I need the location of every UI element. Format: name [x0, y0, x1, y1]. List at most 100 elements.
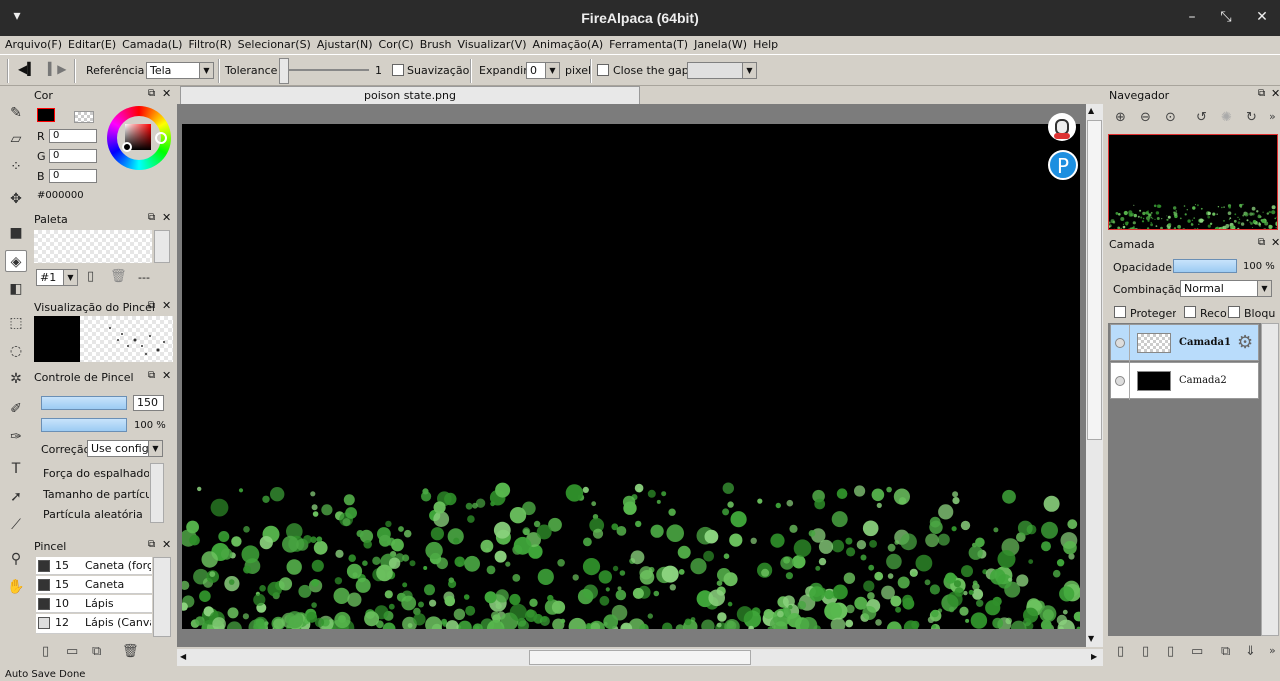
- zoom-out-icon[interactable]: ⊖: [1140, 110, 1151, 125]
- expand-select[interactable]: 0 ▼: [526, 62, 560, 79]
- float-icon[interactable]: ⧉: [148, 539, 155, 550]
- palette-index-select[interactable]: #1 ▼: [36, 269, 78, 286]
- close-icon[interactable]: ✕: [162, 538, 171, 551]
- color-picker-marker[interactable]: [122, 142, 132, 152]
- float-icon[interactable]: ⧉: [148, 88, 155, 99]
- menu-cor[interactable]: Cor(C): [378, 36, 419, 54]
- more-icon[interactable]: »: [1269, 110, 1276, 123]
- divide-tool-icon[interactable]: ⟋: [5, 514, 27, 536]
- float-icon[interactable]: ⧉: [148, 300, 155, 311]
- clipping-checkbox[interactable]: [1184, 306, 1196, 318]
- protect-alpha-checkbox[interactable]: [1114, 306, 1126, 318]
- brush-item[interactable]: 15 Caneta: [36, 576, 152, 594]
- pen-tool-icon[interactable]: ✎: [5, 102, 27, 124]
- close-gap-select[interactable]: ▼: [687, 62, 757, 79]
- scroll-up-icon[interactable]: ▲: [1088, 106, 1094, 115]
- primary-color-swatch[interactable]: [37, 108, 55, 122]
- lock-checkbox[interactable]: [1228, 306, 1240, 318]
- new-1bit-layer-icon[interactable]: ▯: [1167, 644, 1174, 659]
- hue-marker[interactable]: [155, 132, 167, 144]
- new-palette-icon[interactable]: ▯: [87, 269, 94, 284]
- close-icon[interactable]: ✕: [1271, 236, 1280, 249]
- minimize-icon[interactable]: –: [1183, 9, 1201, 25]
- float-icon[interactable]: ⧉: [1258, 237, 1265, 248]
- eraser-tool-icon[interactable]: ▱: [5, 128, 27, 150]
- palette-scrollbar[interactable]: [154, 230, 170, 263]
- g-input[interactable]: 0: [49, 149, 97, 163]
- rotate-right-icon[interactable]: ↻: [1246, 110, 1257, 125]
- move-tool-icon[interactable]: ✥: [5, 188, 27, 210]
- dot-tool-icon[interactable]: ⁘: [5, 156, 27, 178]
- menu-animacao[interactable]: Animação(A): [532, 36, 609, 54]
- brush-item[interactable]: 10 Lápis: [36, 595, 152, 613]
- close-icon[interactable]: ✕: [162, 299, 171, 312]
- layer-list-scrollbar[interactable]: [1261, 323, 1279, 636]
- float-icon[interactable]: ⧉: [148, 212, 155, 223]
- select-tool-icon[interactable]: ⬚: [5, 312, 27, 334]
- menu-janela[interactable]: Janela(W): [693, 36, 752, 54]
- menu-help[interactable]: Help: [752, 36, 783, 54]
- brush-control-scrollbar[interactable]: [150, 463, 164, 523]
- layer-row-camada2[interactable]: Camada2: [1110, 362, 1259, 400]
- zoom-fit-icon[interactable]: ⊙: [1165, 110, 1176, 125]
- eyedropper-icon[interactable]: ⚲: [5, 548, 27, 570]
- horizontal-scroll-thumb[interactable]: [529, 650, 751, 665]
- correction-select[interactable]: Use configu ▼: [87, 440, 163, 457]
- gradient-tool-icon[interactable]: ◧: [5, 278, 27, 300]
- document-tab[interactable]: poison state.png: [180, 86, 640, 104]
- visibility-icon[interactable]: [1115, 338, 1125, 348]
- brush-opacity-slider[interactable]: [41, 418, 127, 432]
- pixiv-icon[interactable]: P: [1048, 150, 1078, 180]
- menu-camada[interactable]: Camada(L): [121, 36, 187, 54]
- select-eraser-icon[interactable]: ✑: [5, 426, 27, 448]
- prev-icon[interactable]: ◀▍: [18, 62, 36, 76]
- brush-item[interactable]: 12 Lápis (Canva: [36, 614, 152, 634]
- maximize-icon[interactable]: ⤡: [1217, 9, 1235, 25]
- new-folder-icon[interactable]: ▭: [1191, 644, 1203, 659]
- close-icon[interactable]: ✕: [1253, 9, 1271, 25]
- navigator-preview[interactable]: [1108, 134, 1278, 230]
- document-canvas[interactable]: [182, 124, 1080, 629]
- layer-opacity-slider[interactable]: [1173, 259, 1237, 273]
- merge-down-icon[interactable]: ⇓: [1245, 644, 1256, 659]
- scroll-right-icon[interactable]: ▶: [1091, 652, 1097, 661]
- trash-icon[interactable]: 🗑: [122, 644, 139, 659]
- menu-ajustar[interactable]: Ajustar(N): [316, 36, 378, 54]
- alpaca-mascot-icon[interactable]: [1048, 113, 1076, 141]
- r-input[interactable]: 0: [49, 129, 97, 143]
- scroll-left-icon[interactable]: ◀: [180, 652, 186, 661]
- visibility-icon[interactable]: [1115, 376, 1125, 386]
- menu-arquivo[interactable]: Arquivo(F): [4, 36, 67, 54]
- secondary-color-swatch[interactable]: [74, 111, 94, 123]
- gear-icon[interactable]: ⚙: [1237, 332, 1253, 353]
- b-input[interactable]: 0: [49, 169, 97, 183]
- fill-rect-tool-icon[interactable]: ■: [5, 222, 27, 244]
- bucket-tool-icon[interactable]: ◈: [5, 250, 27, 272]
- next-icon[interactable]: ▍▶: [48, 62, 66, 76]
- zoom-in-icon[interactable]: ⊕: [1115, 110, 1126, 125]
- tolerance-slider-track[interactable]: [289, 69, 369, 71]
- vertical-scrollbar[interactable]: ▲ ▼: [1086, 104, 1103, 647]
- brush-list-scrollbar[interactable]: [153, 557, 171, 637]
- reset-rotation-icon[interactable]: ✺: [1221, 110, 1232, 125]
- smoothing-checkbox[interactable]: [392, 64, 404, 76]
- brush-size-slider[interactable]: [41, 396, 127, 410]
- color-wheel[interactable]: [107, 106, 171, 170]
- menu-filtro[interactable]: Filtro(R): [187, 36, 236, 54]
- menu-editar[interactable]: Editar(E): [67, 36, 121, 54]
- hand-tool-icon[interactable]: ✋: [5, 576, 27, 598]
- horizontal-scrollbar[interactable]: ◀ ▶: [177, 649, 1103, 666]
- menu-brush[interactable]: Brush: [419, 36, 457, 54]
- menu-visualizar[interactable]: Visualizar(V): [456, 36, 531, 54]
- brush-size-input[interactable]: 150: [133, 395, 164, 411]
- brush-item[interactable]: 15 Caneta (força: [36, 557, 152, 575]
- menu-selecionar[interactable]: Selecionar(S): [237, 36, 316, 54]
- tolerance-slider-handle[interactable]: [279, 58, 289, 84]
- more-icon[interactable]: »: [1269, 644, 1276, 657]
- magic-wand-icon[interactable]: ✲: [5, 368, 27, 390]
- menu-ferramenta[interactable]: Ferramenta(T): [608, 36, 693, 54]
- palette-swatches[interactable]: [34, 230, 152, 263]
- float-icon[interactable]: ⧉: [1258, 88, 1265, 99]
- duplicate-icon[interactable]: ⧉: [92, 644, 101, 659]
- new-layer-icon[interactable]: ▯: [1117, 644, 1124, 659]
